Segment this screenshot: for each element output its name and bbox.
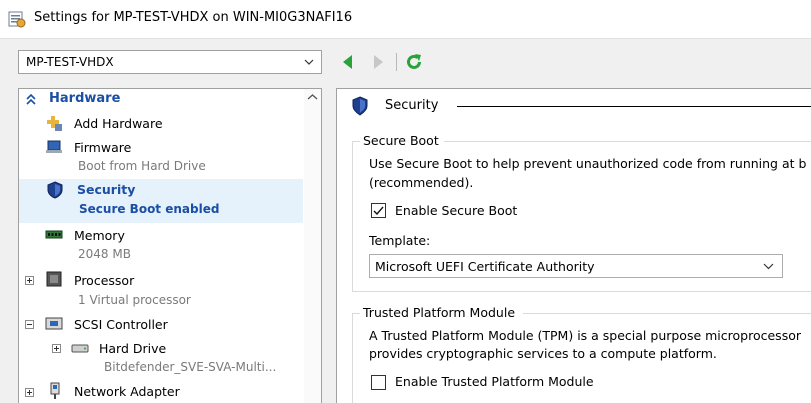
tree-item-add-hardware[interactable]: Add Hardware [19, 113, 303, 135]
tree-item-firmware[interactable]: Firmware Boot from Hard Drive [19, 135, 303, 177]
tree-item-label: Security [77, 182, 136, 197]
chevron-down-icon [304, 59, 314, 65]
hardware-section-label: Hardware [49, 91, 121, 106]
forward-arrow-icon[interactable] [368, 52, 388, 72]
tree-item-scsi-controller[interactable]: SCSI Controller [19, 314, 303, 336]
heading-rule [457, 106, 811, 107]
refresh-icon[interactable] [404, 52, 424, 72]
title-bar: Settings for MP-TEST-VHDX on WIN-MI0G3NA… [0, 0, 811, 39]
collapse-up-icon[interactable] [25, 94, 37, 105]
tree-item-security[interactable]: Security Secure Boot enabled [19, 179, 303, 223]
hardware-tree: Hardware Add Hardware Firmware Boot from… [18, 88, 322, 403]
tree-item-label: SCSI Controller [74, 317, 168, 332]
group-border-top [523, 313, 811, 314]
group-border-top [352, 141, 360, 142]
expand-toggle[interactable] [25, 388, 34, 397]
shield-icon [47, 181, 63, 199]
tree-item-label: Processor [74, 273, 135, 288]
tpm-group-title: Trusted Platform Module [363, 305, 516, 320]
shield-icon [352, 96, 368, 116]
template-label: Template: [369, 233, 431, 248]
tree-item-sub: 1 Virtual processor [78, 293, 191, 307]
tree-item-sub: Bitdefender_SVE-SVA-Multi... [104, 360, 277, 374]
template-dropdown-value: Microsoft UEFI Certificate Authority [375, 259, 595, 274]
window-title: Settings for MP-TEST-VHDX on WIN-MI0G3NA… [34, 10, 353, 25]
vm-selector-value: MP-TEST-VHDX [26, 55, 114, 69]
tree-item-hard-drive[interactable]: Hard Drive Bitdefender_SVE-SVA-Multi... [19, 337, 303, 377]
group-border-bottom [352, 291, 811, 292]
scroll-up-icon[interactable] [307, 93, 318, 101]
security-heading: Security [351, 95, 811, 117]
toolbar-separator [396, 53, 397, 71]
tree-item-memory[interactable]: Memory 2048 MB [19, 225, 303, 267]
hardware-section-header[interactable]: Hardware [19, 89, 303, 110]
add-hardware-icon [47, 116, 62, 131]
back-arrow-icon[interactable] [338, 52, 358, 72]
collapse-toggle[interactable] [25, 320, 34, 329]
tree-scrollbar[interactable] [304, 89, 321, 403]
group-border-top [352, 313, 360, 314]
checkmark-icon [373, 206, 384, 216]
network-adapter-icon [50, 382, 60, 399]
template-dropdown[interactable]: Microsoft UEFI Certificate Authority [369, 254, 783, 278]
tpm-description-line1: A Trusted Platform Module (TPM) is a spe… [369, 328, 801, 343]
enable-tpm-label[interactable]: Enable Trusted Platform Module [395, 374, 594, 389]
enable-secure-boot-label[interactable]: Enable Secure Boot [395, 203, 517, 218]
scsi-controller-icon [45, 317, 63, 330]
secure-boot-description-line1: Use Secure Boot to help prevent unauthor… [369, 156, 807, 171]
tree-item-label: Firmware [74, 140, 132, 155]
tree-item-processor[interactable]: Processor 1 Virtual processor [19, 269, 303, 311]
hard-drive-icon [71, 344, 89, 353]
settings-app-icon [8, 11, 26, 28]
tree-item-label: Hard Drive [99, 341, 167, 356]
secure-boot-group-title: Secure Boot [363, 133, 439, 148]
expand-toggle[interactable] [52, 344, 61, 353]
memory-icon [45, 230, 63, 239]
security-heading-label: Security [385, 98, 439, 113]
enable-secure-boot-checkbox[interactable] [371, 203, 386, 218]
processor-icon [46, 271, 62, 287]
group-border-left [352, 313, 353, 403]
group-border-top [444, 141, 811, 142]
tree-item-sub: 2048 MB [78, 247, 131, 261]
tree-item-network-adapter[interactable]: Network Adapter [19, 381, 303, 403]
tree-item-label: Memory [74, 228, 125, 243]
firmware-icon [46, 140, 62, 153]
enable-tpm-checkbox[interactable] [371, 375, 386, 390]
vm-selector-dropdown[interactable]: MP-TEST-VHDX [18, 50, 322, 74]
chevron-down-icon [763, 263, 774, 270]
tree-item-label: Add Hardware [74, 116, 163, 131]
tpm-description-line2: provides cryptographic services to a com… [369, 346, 717, 361]
tree-item-sub: Secure Boot enabled [79, 202, 220, 216]
group-border-left [352, 141, 353, 291]
expand-toggle[interactable] [25, 276, 34, 285]
tree-item-label: Network Adapter [74, 384, 180, 399]
tree-item-sub: Boot from Hard Drive [78, 159, 206, 173]
secure-boot-description-line2: (recommended). [369, 175, 474, 190]
